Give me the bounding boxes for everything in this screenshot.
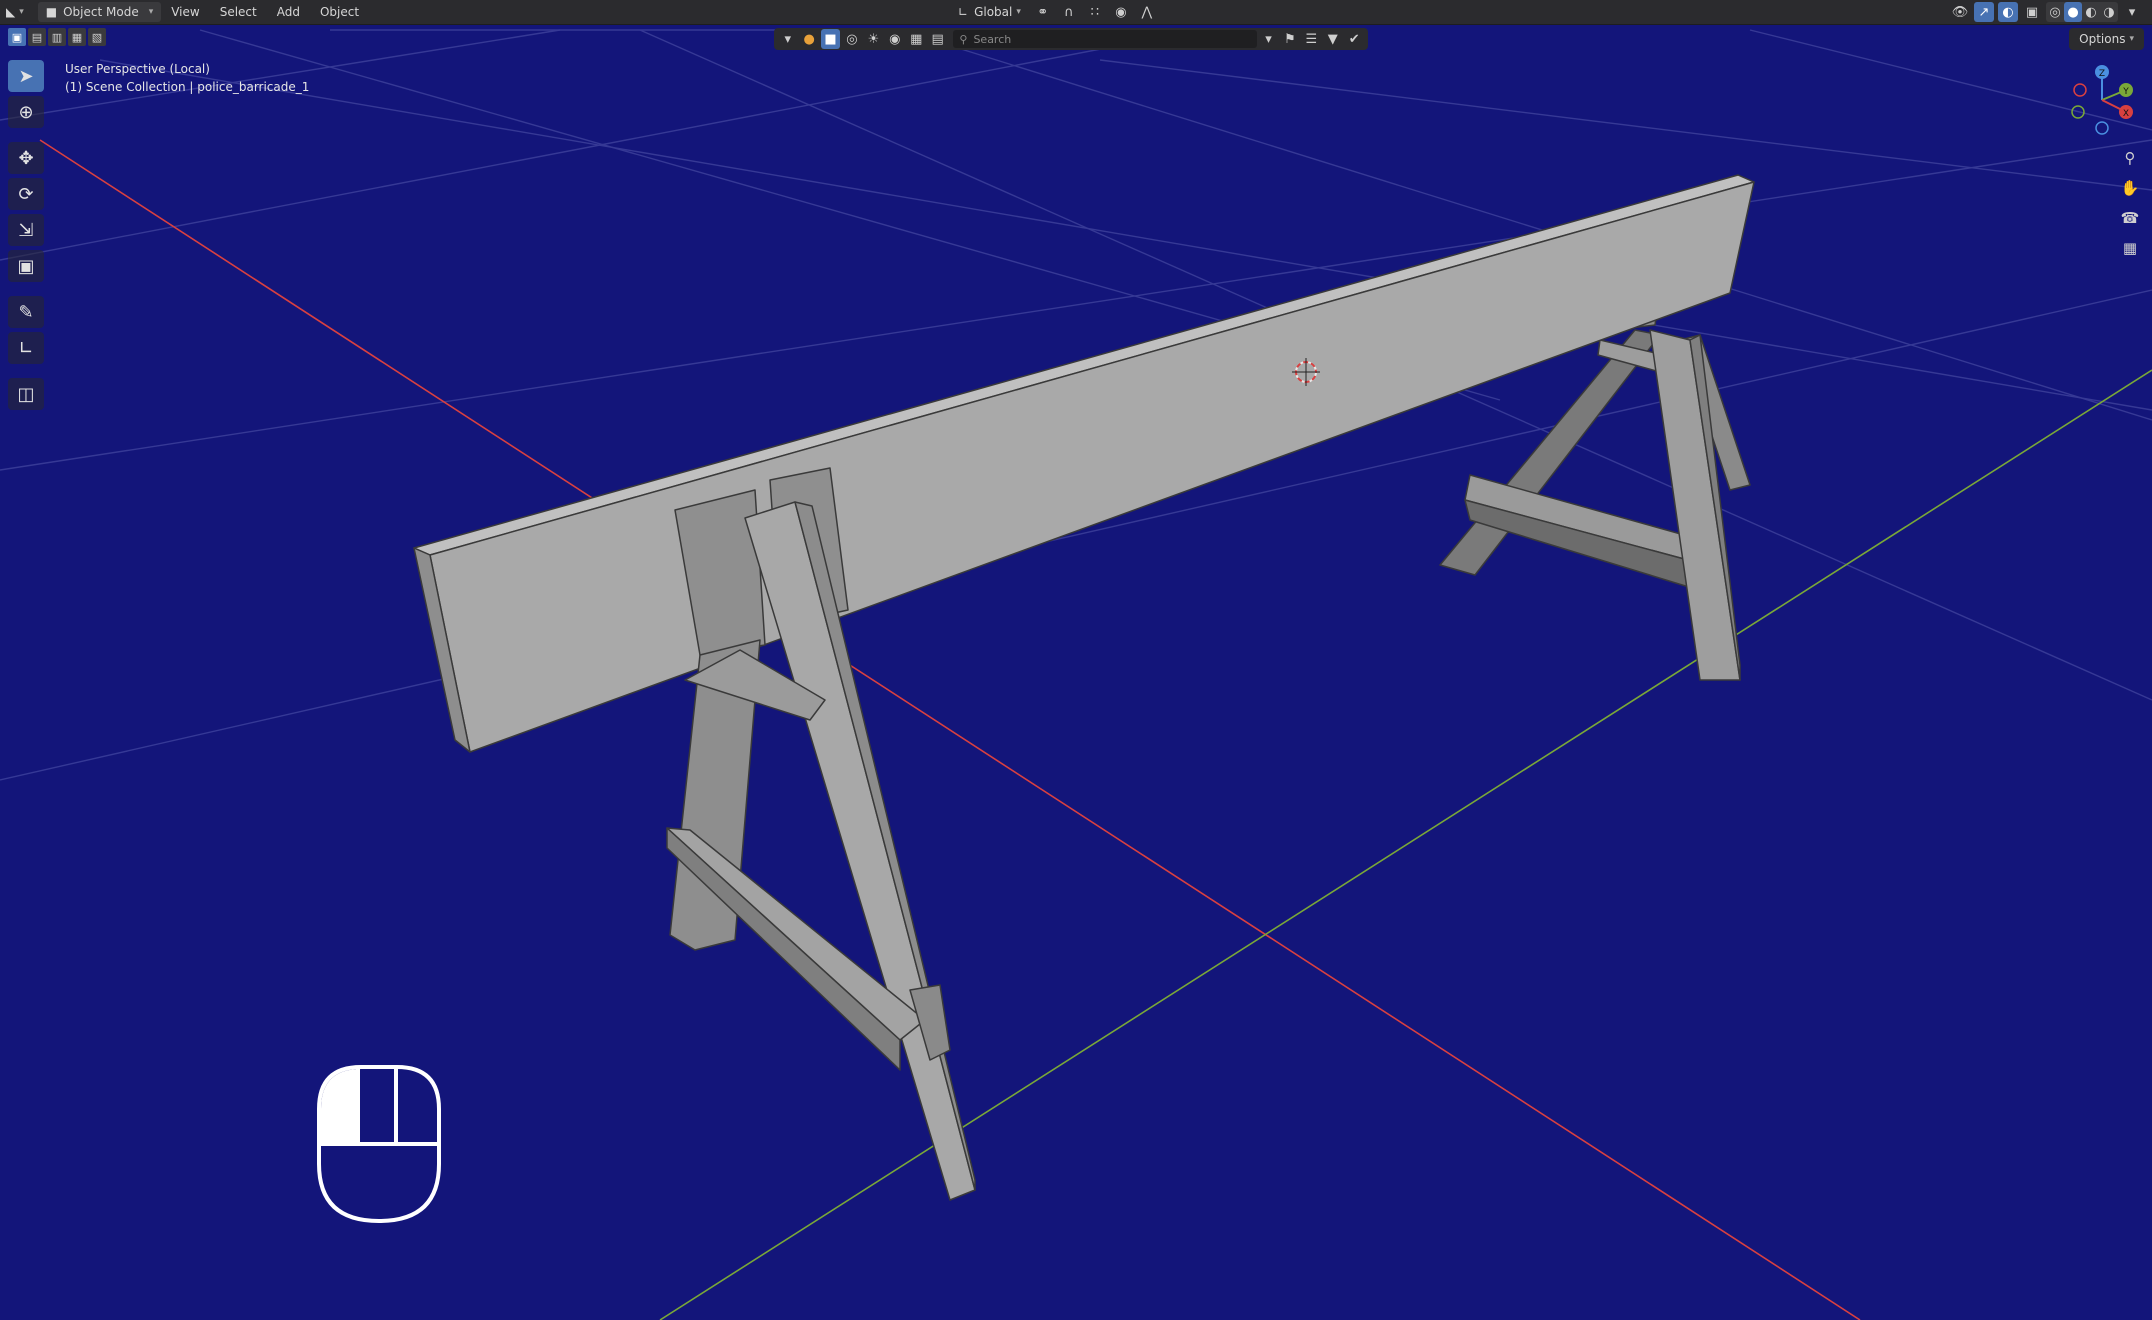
- select-extend-icon[interactable]: ▤: [28, 28, 46, 46]
- bookmark-icon[interactable]: ⚑: [1280, 29, 1299, 49]
- chevron-down-icon[interactable]: ▾: [778, 29, 797, 49]
- solid-shading-icon[interactable]: ●: [2064, 2, 2082, 22]
- wireframe-shading-icon[interactable]: ◎: [2046, 2, 2064, 22]
- transform-controls: ∟ Global ▾ ⚭ ∩ ∷ ◉ ⋀: [952, 2, 1157, 22]
- transform-orientation-dropdown[interactable]: ∟ Global ▾: [952, 2, 1027, 22]
- y-axis-label: Y: [2122, 87, 2129, 97]
- options-dropdown[interactable]: Options ▾: [2069, 28, 2144, 50]
- pan-hand-icon[interactable]: ✋: [2116, 176, 2144, 200]
- visibility-icon[interactable]: 👁: [1950, 2, 1970, 22]
- orientation-label: Global: [974, 5, 1013, 19]
- annotate-icon[interactable]: ✎: [8, 296, 44, 328]
- rotate-icon[interactable]: ⟳: [8, 178, 44, 210]
- menu-view[interactable]: View: [161, 2, 209, 22]
- curve-filter-icon[interactable]: ◎: [842, 29, 861, 49]
- chevron-down-icon[interactable]: ▾: [2122, 2, 2142, 22]
- xray-icon[interactable]: ▣: [2022, 2, 2042, 22]
- viewport-info-text: User Perspective (Local) (1) Scene Colle…: [65, 60, 309, 96]
- navigation-controls: ⚲ ✋ ☎ ▦: [2116, 146, 2144, 260]
- chevron-down-icon[interactable]: ▾: [1259, 29, 1278, 49]
- navigation-gizmo[interactable]: Z Y X: [2064, 62, 2140, 138]
- light-filter-icon[interactable]: ☀: [864, 29, 883, 49]
- move-icon[interactable]: ✥: [8, 142, 44, 174]
- rendered-shading-icon[interactable]: ◑: [2100, 2, 2118, 22]
- cursor-icon[interactable]: ⊕: [8, 96, 44, 128]
- viewport-editor-icon: ◣: [6, 5, 16, 19]
- gizmo-toggle-icon[interactable]: ↗: [1974, 2, 1994, 22]
- selection-mode-buttons: ▣ ▤ ▥ ▦ ▧: [8, 28, 106, 46]
- falloff-icon[interactable]: ⋀: [1137, 2, 1157, 22]
- camera-filter-icon[interactable]: ◉: [885, 29, 904, 49]
- chevron-down-icon: ▾: [2129, 34, 2134, 44]
- header-right-controls: 👁 ↗ ◐ ▣ ◎ ● ◐ ◑ ▾: [1950, 2, 2142, 22]
- collection-label: (1) Scene Collection | police_barricade_…: [65, 80, 310, 94]
- options-label: Options: [2079, 32, 2126, 46]
- object-mode-icon: ■: [45, 5, 58, 19]
- select-subtract-icon[interactable]: ▥: [48, 28, 66, 46]
- tool-shelf: ➤ ⊕ ✥ ⟳ ⇲ ▣ ✎ ∟ ◫: [8, 60, 46, 410]
- material-shading-icon[interactable]: ◐: [2082, 2, 2100, 22]
- camera-icon[interactable]: ☎: [2116, 206, 2144, 230]
- chevron-down-icon: ▾: [148, 7, 154, 17]
- filter-icon[interactable]: ▼: [1323, 29, 1342, 49]
- menu-add[interactable]: Add: [267, 2, 310, 22]
- search-placeholder: Search: [973, 32, 1012, 46]
- image-filter-icon[interactable]: ▤: [928, 29, 947, 49]
- neg-x-handle[interactable]: [2073, 83, 2087, 97]
- transform-icon[interactable]: ▣: [8, 250, 44, 282]
- neg-y-handle[interactable]: [2071, 105, 2085, 119]
- hierarchy-icon[interactable]: ☰: [1302, 29, 1321, 49]
- search-icon: ⚲: [959, 32, 968, 46]
- grid-ortho-icon[interactable]: ▦: [2116, 236, 2144, 260]
- object-color-icon[interactable]: ●: [799, 29, 818, 49]
- object-mode-label: Object Mode: [63, 5, 139, 19]
- add-cube-icon[interactable]: ◫: [8, 378, 44, 410]
- search-input[interactable]: ⚲ Search: [953, 30, 1257, 48]
- menu-object[interactable]: Object: [310, 2, 369, 22]
- select-invert-icon[interactable]: ▧: [88, 28, 106, 46]
- viewport-header: ◣ ▾ ■ Object Mode ▾ View Select Add Objec…: [0, 0, 2152, 25]
- snap-icon[interactable]: ∩: [1059, 2, 1079, 22]
- select-box-icon[interactable]: ➤: [8, 60, 44, 92]
- scale-icon[interactable]: ⇲: [8, 214, 44, 246]
- x-axis-label: X: [2123, 109, 2129, 119]
- proportional-edit-icon[interactable]: ◉: [1111, 2, 1131, 22]
- neg-z-handle[interactable]: [2095, 121, 2109, 135]
- measure-icon[interactable]: ∟: [8, 332, 44, 364]
- shading-modes: ◎ ● ◐ ◑: [2046, 2, 2118, 22]
- pivot-point-icon[interactable]: ⚭: [1033, 2, 1053, 22]
- z-axis-label: Z: [2099, 69, 2105, 79]
- tool-settings-bar: ▣ ▤ ▥ ▦ ▧ ▾ ● ■ ◎ ☀ ◉ ▦ ▤ ⚲ Search ▾ ⚑ ☰…: [0, 28, 2152, 50]
- select-intersect-icon[interactable]: ▦: [68, 28, 86, 46]
- perspective-label: User Perspective (Local): [65, 62, 210, 76]
- local-view-filter-bar: ▾ ● ■ ◎ ☀ ◉ ▦ ▤ ⚲ Search ▾ ⚑ ☰ ▼ ✔: [774, 28, 1368, 50]
- orientation-icon: ∟: [958, 5, 969, 19]
- snap-target-icon[interactable]: ∷: [1085, 2, 1105, 22]
- chevron-down-icon: ▾: [1016, 7, 1021, 17]
- editor-type-button[interactable]: ◣ ▾: [0, 2, 30, 22]
- mesh-filter-icon[interactable]: ■: [820, 29, 841, 49]
- select-new-icon[interactable]: ▣: [8, 28, 26, 46]
- mouse-left-click-icon: [317, 1065, 441, 1224]
- object-mode-dropdown[interactable]: ■ Object Mode ▾: [37, 2, 162, 22]
- menu-select[interactable]: Select: [210, 2, 267, 22]
- empty-filter-icon[interactable]: ▦: [907, 29, 926, 49]
- zoom-icon[interactable]: ⚲: [2116, 146, 2144, 170]
- overlays-icon[interactable]: ◐: [1998, 2, 2018, 22]
- shield-icon[interactable]: ✔: [1344, 29, 1363, 49]
